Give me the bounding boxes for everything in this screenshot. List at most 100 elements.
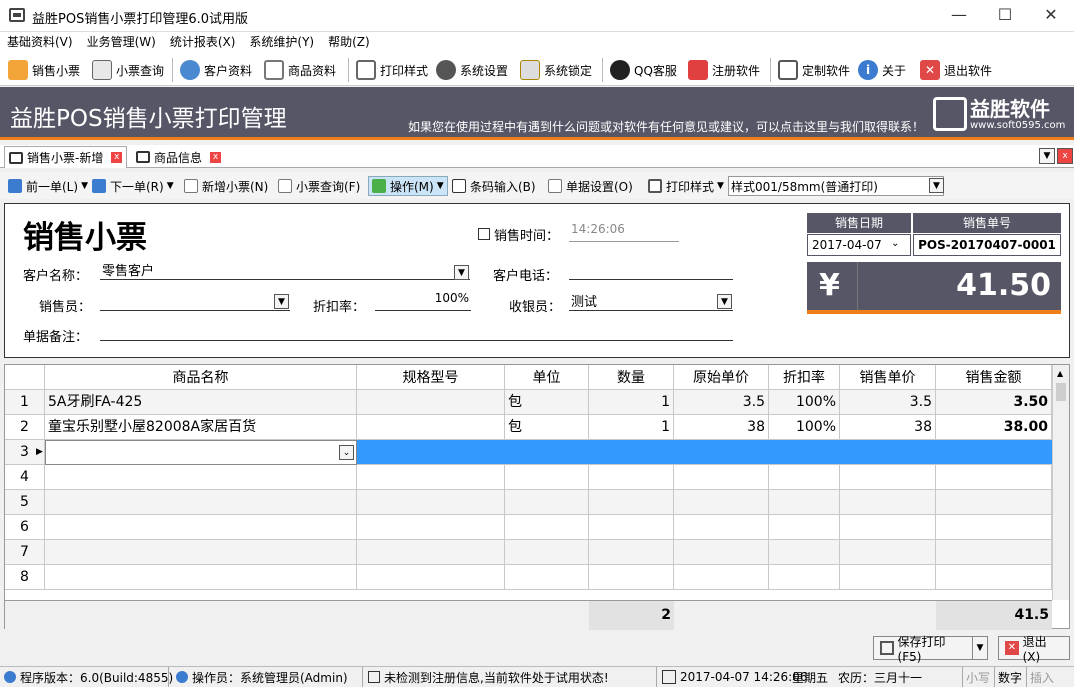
system-settings-button[interactable]: 系统设置: [436, 58, 508, 82]
remark-field[interactable]: [100, 321, 733, 341]
cell-name[interactable]: 童宝乐别墅小屋82008A家居百货: [45, 415, 357, 440]
empty-cell[interactable]: [936, 540, 1052, 565]
col-header-amount[interactable]: 销售金额: [936, 365, 1052, 390]
save-print-button[interactable]: 保存打印(F5): [873, 635, 973, 664]
custom-software-button[interactable]: 定制软件: [778, 58, 850, 82]
next-ticket-button[interactable]: 下一单(R) ▼: [92, 176, 174, 196]
grid-scrollbar[interactable]: ▲: [1052, 365, 1069, 600]
customer-name-field[interactable]: 零售客户: [100, 260, 470, 280]
tab-product-info[interactable]: 商品信息 x: [132, 146, 225, 168]
ticket-query-button[interactable]: 小票查询: [92, 58, 164, 82]
cell-name[interactable]: 5A牙刷FA-425: [45, 390, 357, 415]
col-header-qty[interactable]: 数量: [589, 365, 674, 390]
empty-cell[interactable]: [769, 515, 840, 540]
empty-cell[interactable]: [769, 565, 840, 590]
empty-cell[interactable]: [840, 465, 936, 490]
empty-cell[interactable]: [589, 465, 674, 490]
cell-orig-price[interactable]: 38: [674, 415, 769, 440]
cell-discount[interactable]: 100%: [769, 415, 840, 440]
salesperson-dropdown-icon[interactable]: ▼: [274, 294, 289, 309]
cell-unit[interactable]: 包: [505, 415, 589, 440]
col-header-spec[interactable]: 规格型号: [357, 365, 505, 390]
cell-spec[interactable]: [357, 390, 505, 415]
empty-cell[interactable]: [357, 465, 505, 490]
new-ticket-button[interactable]: 新增小票(N): [184, 176, 268, 196]
row-number[interactable]: 8: [5, 565, 45, 590]
empty-cell[interactable]: [589, 540, 674, 565]
empty-cell[interactable]: [936, 465, 1052, 490]
empty-cell[interactable]: [505, 540, 589, 565]
row-number[interactable]: 2: [5, 415, 45, 440]
col-header-sale-price[interactable]: 销售单价: [840, 365, 936, 390]
cell-orig-price[interactable]: 3.5: [674, 390, 769, 415]
save-print-dropdown-icon[interactable]: ▼: [972, 636, 988, 660]
product-info-button[interactable]: 商品资料: [264, 58, 336, 82]
minimize-icon[interactable]: —: [936, 0, 982, 32]
product-name-dropdown-icon[interactable]: ⌄: [339, 445, 354, 460]
col-header-unit[interactable]: 单位: [505, 365, 589, 390]
empty-cell[interactable]: [357, 515, 505, 540]
style-select-dropdown-icon[interactable]: ▼: [929, 178, 944, 193]
print-style-dropdown-button[interactable]: 打印样式 ▼: [648, 176, 724, 196]
salesperson-field[interactable]: [100, 291, 290, 311]
col-header-name[interactable]: 商品名称: [45, 365, 357, 390]
cell-qty[interactable]: 1: [589, 415, 674, 440]
sale-time-checkbox[interactable]: [478, 228, 490, 240]
ticket-query-sub-button[interactable]: 小票查询(F): [278, 176, 360, 196]
customer-info-button[interactable]: 客户资料: [180, 58, 252, 82]
tab-close-icon[interactable]: x: [111, 152, 123, 163]
cell-qty[interactable]: 1: [589, 390, 674, 415]
menu-business[interactable]: 业务管理(W): [80, 32, 163, 51]
empty-cell[interactable]: [45, 565, 357, 590]
empty-cell[interactable]: [45, 540, 357, 565]
barcode-input-button[interactable]: 条码输入(B): [452, 176, 536, 196]
menu-reports[interactable]: 统计报表(X): [163, 32, 243, 51]
customer-name-dropdown-icon[interactable]: ▼: [454, 265, 469, 280]
cashier-field[interactable]: 测试: [569, 291, 733, 311]
cell-name-editor[interactable]: [45, 440, 357, 465]
empty-cell[interactable]: [769, 465, 840, 490]
cell-amount[interactable]: 38.00: [936, 415, 1052, 440]
empty-cell[interactable]: [840, 540, 936, 565]
cashier-dropdown-icon[interactable]: ▼: [717, 294, 732, 309]
customer-phone-field[interactable]: [569, 260, 733, 280]
empty-cell[interactable]: [357, 490, 505, 515]
empty-cell[interactable]: [674, 490, 769, 515]
system-lock-button[interactable]: 系统锁定: [520, 58, 592, 82]
empty-cell[interactable]: [505, 515, 589, 540]
empty-cell[interactable]: [45, 490, 357, 515]
empty-cell[interactable]: [840, 490, 936, 515]
empty-cell[interactable]: [589, 515, 674, 540]
empty-cell[interactable]: [505, 490, 589, 515]
empty-cell[interactable]: [769, 540, 840, 565]
empty-cell[interactable]: [674, 565, 769, 590]
empty-cell[interactable]: [936, 490, 1052, 515]
cell-amount[interactable]: 3.50: [936, 390, 1052, 415]
empty-cell[interactable]: [45, 465, 357, 490]
tab-list-dropdown-icon[interactable]: ▼: [1039, 148, 1055, 164]
col-header-orig-price[interactable]: 原始单价: [674, 365, 769, 390]
date-picker-chevron-icon[interactable]: ⌄: [891, 238, 899, 249]
operation-menu-button[interactable]: 操作(M) ▼: [368, 176, 448, 196]
tab-close-icon[interactable]: x: [210, 151, 222, 163]
register-software-button[interactable]: 注册软件: [688, 58, 760, 82]
about-button[interactable]: i 关于: [858, 58, 906, 82]
empty-cell[interactable]: [840, 515, 936, 540]
row-number[interactable]: 6: [5, 515, 45, 540]
empty-cell[interactable]: [505, 565, 589, 590]
tab-sales-ticket-new[interactable]: 销售小票-新增 x: [4, 146, 128, 168]
cell-unit[interactable]: 包: [505, 390, 589, 415]
empty-cell[interactable]: [45, 515, 357, 540]
empty-cell[interactable]: [589, 490, 674, 515]
exit-button[interactable]: ✕ 退出(X): [998, 635, 1070, 664]
sales-ticket-button[interactable]: 销售小票: [8, 58, 80, 82]
empty-cell[interactable]: [674, 515, 769, 540]
empty-cell[interactable]: [840, 565, 936, 590]
status-register[interactable]: 未检测到注册信息,当前软件处于试用状态!: [368, 669, 609, 685]
row-number[interactable]: 1: [5, 390, 45, 415]
qq-service-button[interactable]: QQ客服: [610, 58, 677, 82]
empty-cell[interactable]: [589, 565, 674, 590]
doc-settings-button[interactable]: 单据设置(O): [548, 176, 633, 196]
empty-cell[interactable]: [505, 465, 589, 490]
cell-spec[interactable]: [357, 415, 505, 440]
